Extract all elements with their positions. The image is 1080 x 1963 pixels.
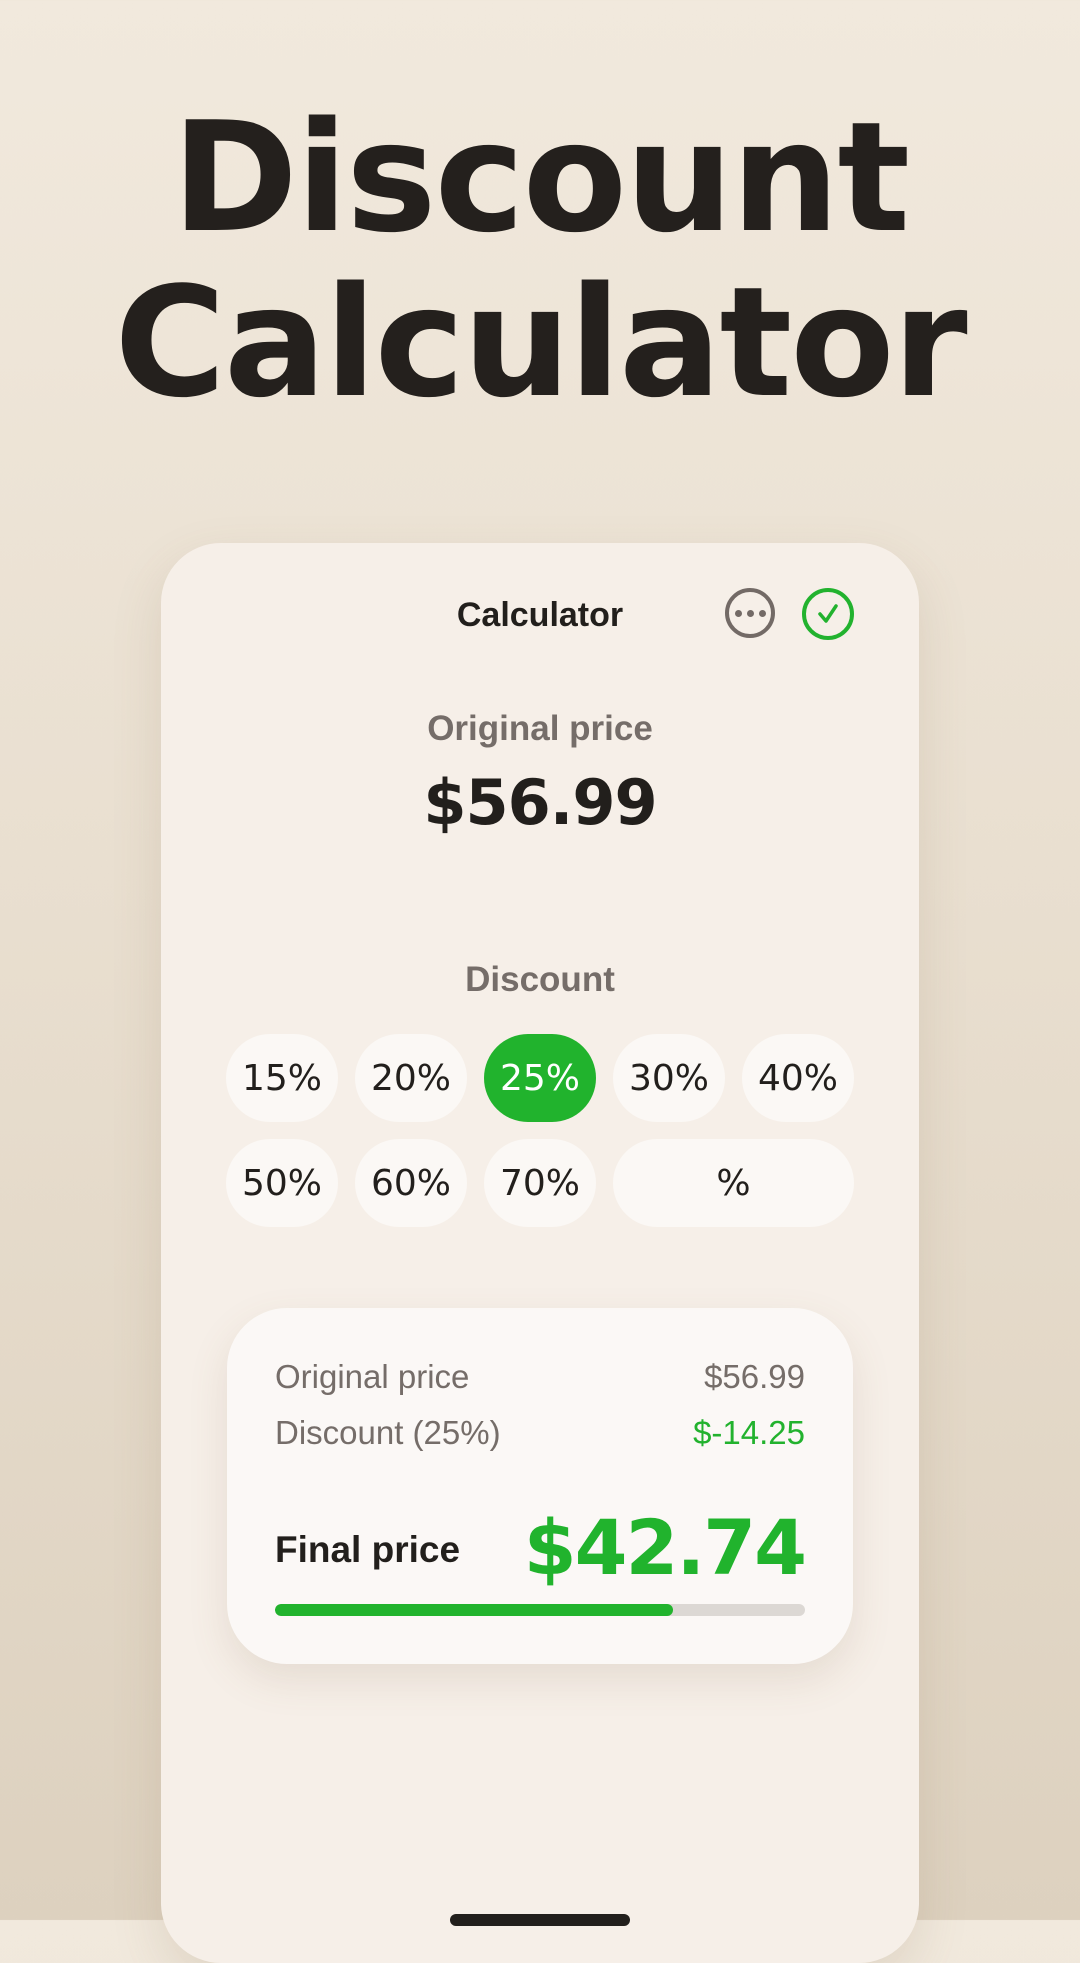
card-title: Calculator [456, 596, 624, 634]
more-options-button[interactable] [725, 588, 775, 638]
savings-progress-fill [275, 1604, 673, 1616]
summary-discount-value: $-14.25 [693, 1414, 805, 1451]
discount-chip-15[interactable]: 15% [226, 1034, 338, 1122]
headline-line-2: Calculator [114, 254, 967, 431]
discount-chip-25[interactable]: 25% [484, 1034, 596, 1122]
original-price-value[interactable]: $56.99 [0, 763, 1080, 843]
summary-discount-label: Discount (25%) [275, 1414, 501, 1451]
custom-discount-input[interactable]: % [613, 1139, 854, 1227]
discount-chip-60[interactable]: 60% [355, 1139, 467, 1227]
summary-original-value: $56.99 [704, 1358, 805, 1395]
discount-chip-50[interactable]: 50% [226, 1139, 338, 1227]
original-price-label: Original price [427, 709, 653, 748]
calculator-card [161, 543, 919, 1963]
final-price-label: Final price [275, 1529, 461, 1570]
discount-chip-40[interactable]: 40% [742, 1034, 854, 1122]
discount-chip-20[interactable]: 20% [355, 1034, 467, 1122]
headline: Discount Calculator [0, 95, 1080, 425]
more-horizontal-icon [734, 609, 766, 617]
summary-original-label: Original price [275, 1358, 470, 1395]
final-price-value: $42.74 [523, 1503, 807, 1592]
check-icon [818, 604, 838, 623]
discount-chip-30[interactable]: 30% [613, 1034, 725, 1122]
confirm-button[interactable] [802, 588, 854, 640]
discount-label: Discount [465, 960, 615, 999]
headline-line-1: Discount [171, 89, 910, 266]
home-indicator[interactable] [450, 1914, 630, 1926]
savings-progress-bar [275, 1604, 805, 1616]
discount-chip-70[interactable]: 70% [484, 1139, 596, 1227]
